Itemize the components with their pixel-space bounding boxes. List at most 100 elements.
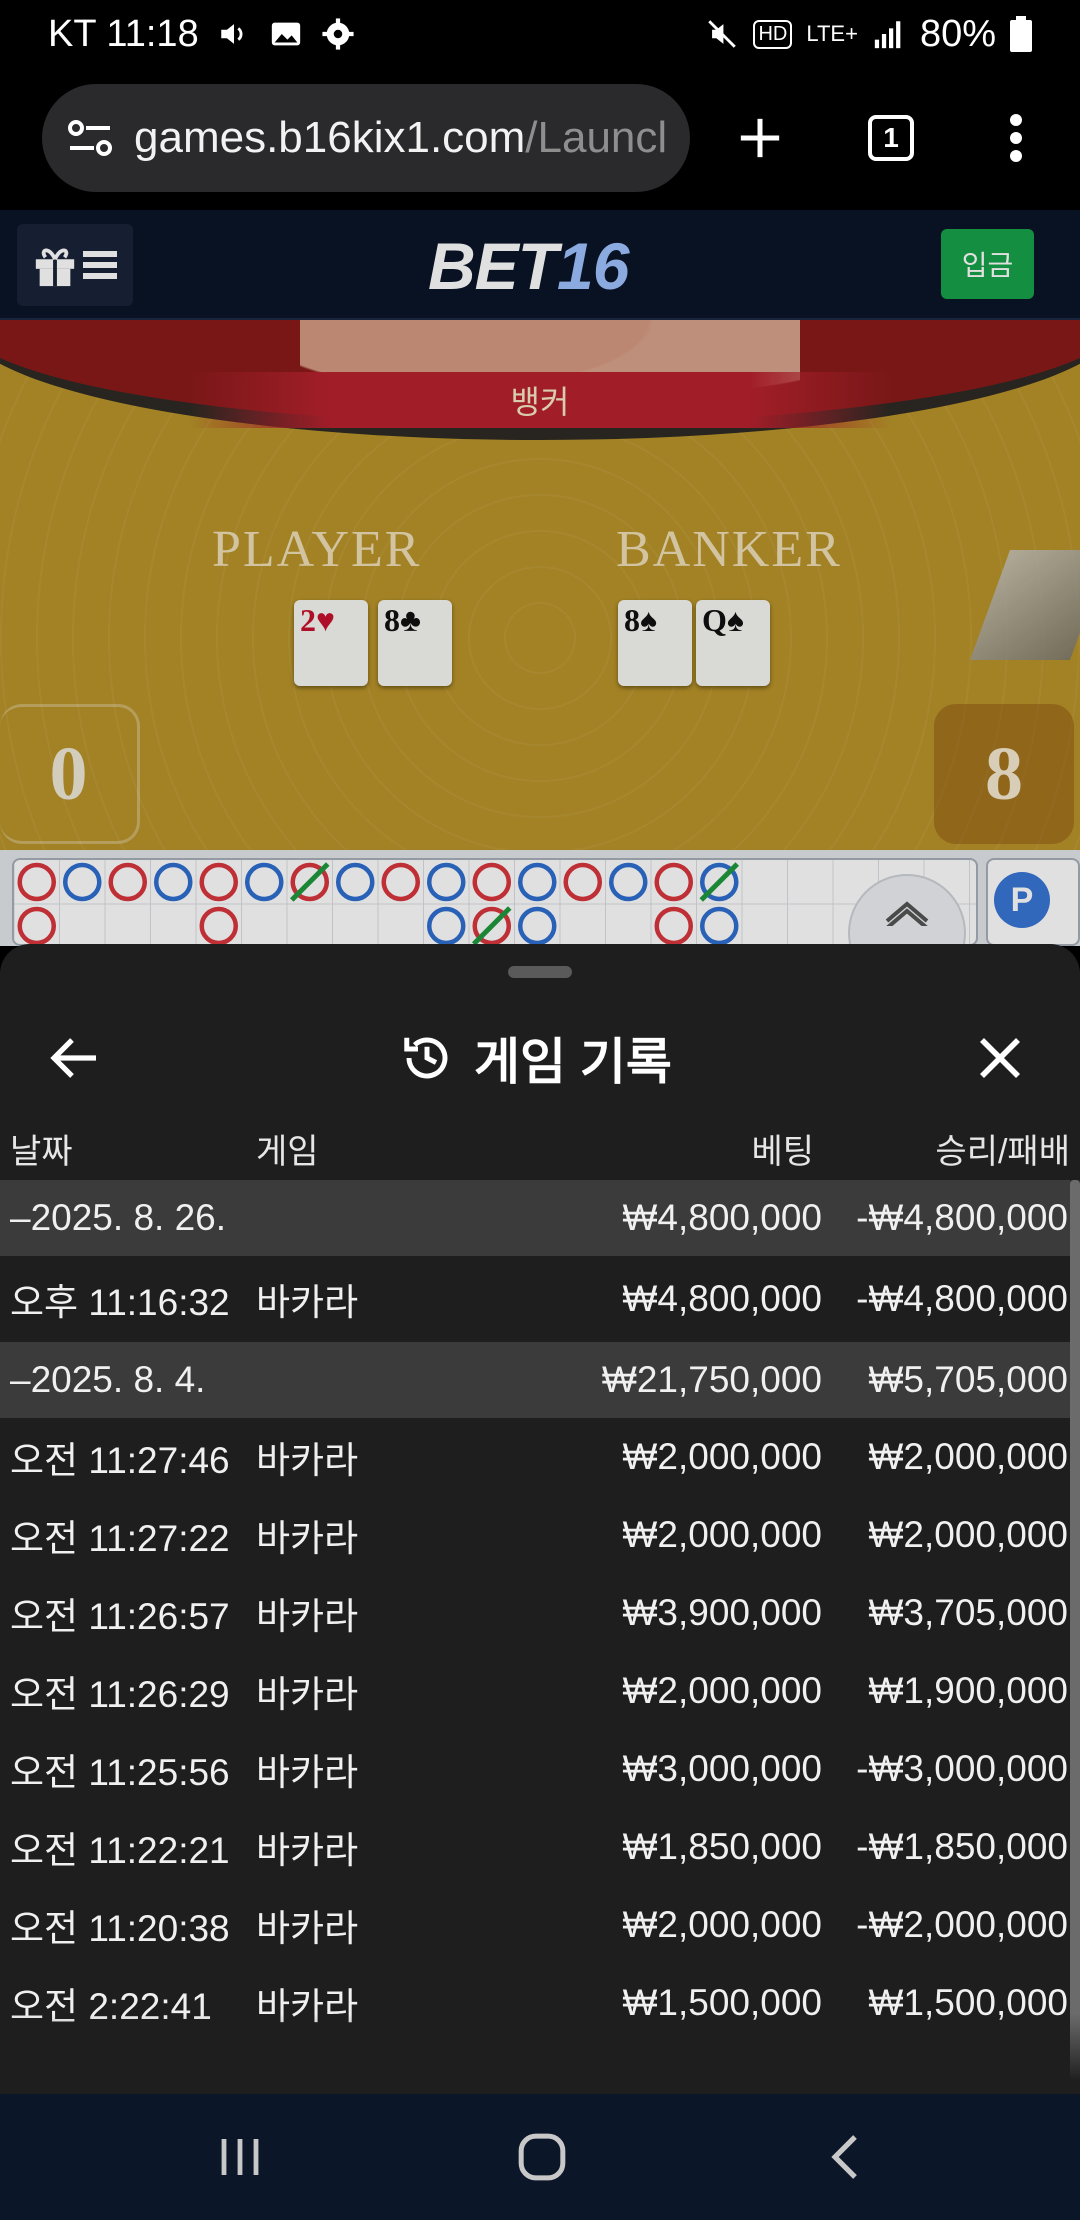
site-info-icon[interactable] — [68, 118, 112, 158]
mute-icon — [708, 20, 737, 48]
history-column-headers: 날짜 게임 베팅 승리/패배 — [0, 1114, 1080, 1180]
card-suit: ♠ — [726, 602, 744, 638]
date-group-row[interactable]: –2025. 8. 26. ₩4,800,000 -₩4,800,000 — [0, 1180, 1070, 1256]
gift-menu-button[interactable] — [17, 224, 133, 306]
history-row[interactable]: 오전 11:27:46 바카라 ₩2,000,000 ₩2,000,000 — [0, 1418, 1070, 1496]
row-winloss: ₩2,000,000 — [868, 1514, 1068, 1555]
column-header-date[interactable]: 날짜 — [10, 1124, 73, 1173]
logo-text-16: 16 — [557, 229, 629, 303]
back-button[interactable] — [42, 1028, 106, 1088]
url-host: games.b16kix1.com — [134, 113, 526, 162]
history-row[interactable]: 오전 11:26:29 바카라 ₩2,000,000 ₩1,900,000 — [0, 1652, 1070, 1730]
close-button[interactable] — [968, 1026, 1032, 1090]
baccarat-table-view: 뱅커 PLAYER BANKER 2♥ 8♣ 8♠ Q♠ 0 8 — [0, 320, 1080, 850]
player-label: PLAYER — [212, 521, 422, 578]
card-rank: 2 — [300, 602, 316, 638]
card-suit: ♥ — [316, 602, 335, 638]
column-header-bet[interactable]: 베팅 — [751, 1124, 814, 1173]
row-date: 오전 11:26:57 — [10, 1596, 230, 1637]
road-bead — [518, 862, 557, 902]
system-navigation-bar — [0, 2094, 1080, 2220]
row-winloss: -₩4,800,000 — [856, 1197, 1068, 1238]
row-bet: ₩3,900,000 — [622, 1592, 822, 1633]
column-header-game[interactable]: 게임 — [256, 1124, 319, 1173]
row-winloss: ₩2,000,000 — [868, 1436, 1068, 1477]
row-game: 바카라 — [256, 1908, 359, 1949]
row-date: 오전 11:26:29 — [10, 1674, 230, 1715]
sheet-title-group: 게임 기록 — [400, 1028, 672, 1090]
road-bead — [654, 862, 693, 902]
back-arrow-icon — [50, 1038, 96, 1078]
address-bar[interactable]: games.b16kix1.com/Launcl — [42, 84, 690, 192]
tabs-button[interactable]: 1 — [851, 98, 931, 178]
battery-icon — [1010, 16, 1032, 52]
road-bead — [154, 862, 193, 902]
close-icon — [980, 1038, 1020, 1078]
row-bet: ₩4,800,000 — [622, 1197, 822, 1238]
road-bead — [17, 862, 56, 902]
column-header-winloss[interactable]: 승리/패배 — [935, 1124, 1070, 1173]
row-date: 오전 11:27:46 — [10, 1440, 230, 1481]
history-row[interactable]: 오전 11:22:21 바카라 ₩1,850,000 -₩1,850,000 — [0, 1808, 1070, 1886]
chevron-up-icon — [885, 901, 929, 926]
signal-icon — [874, 21, 901, 49]
volume-icon — [220, 24, 243, 44]
player-prediction-badge[interactable]: P — [994, 872, 1050, 928]
sheet-drag-handle[interactable] — [508, 966, 572, 978]
history-icon — [404, 1037, 448, 1079]
row-date: 오전 11:22:21 — [10, 1830, 230, 1871]
row-winloss: -₩3,000,000 — [856, 1748, 1068, 1789]
road-bead — [427, 862, 466, 902]
back-nav-button[interactable] — [800, 2122, 890, 2192]
row-bet: ₩2,000,000 — [622, 1436, 822, 1477]
row-game: 바카라 — [256, 1282, 359, 1323]
row-bet: ₩21,750,000 — [601, 1359, 822, 1400]
banker-card-2: Q♠ — [696, 600, 770, 686]
recents-button[interactable] — [195, 2122, 285, 2192]
url-path: /Launcl — [525, 113, 668, 162]
bead-road[interactable] — [12, 858, 978, 946]
history-row[interactable]: 오후 11:16:32 바카라 ₩4,800,000 -₩4,800,000 — [0, 1256, 1070, 1342]
side-road[interactable]: P — [986, 858, 1080, 946]
browser-toolbar: games.b16kix1.com/Launcl 1 — [0, 68, 1080, 210]
road-bead — [199, 862, 238, 902]
player-card-2: 8♣ — [378, 600, 452, 686]
row-winloss: -₩2,000,000 — [856, 1904, 1068, 1945]
road-bead — [17, 906, 56, 944]
history-scrollbar[interactable] — [1070, 1180, 1080, 2080]
list-fade — [0, 2014, 1080, 2094]
row-game: 바카라 — [256, 1830, 359, 1871]
url-text: games.b16kix1.com/Launcl — [134, 113, 667, 163]
road-bead — [518, 906, 557, 944]
result-banner: 뱅커 — [190, 372, 890, 428]
history-row[interactable]: 오전 11:26:57 바카라 ₩3,900,000 ₩3,705,000 — [0, 1574, 1070, 1652]
row-date: –2025. 8. 4. — [10, 1359, 206, 1400]
more-icon — [1010, 114, 1022, 162]
row-game: 바카라 — [256, 1596, 359, 1637]
more-menu-button[interactable] — [976, 98, 1056, 178]
road-bead — [336, 862, 375, 902]
history-row[interactable]: 오전 11:27:22 바카라 ₩2,000,000 ₩2,000,000 — [0, 1496, 1070, 1574]
road-bead — [563, 862, 602, 902]
new-tab-button[interactable] — [720, 98, 800, 178]
player-card-1: 2♥ — [294, 600, 368, 686]
date-group-row[interactable]: –2025. 8. 4. ₩21,750,000 ₩5,705,000 — [0, 1342, 1070, 1418]
row-date: 오전 11:27:22 — [10, 1518, 230, 1559]
row-bet: ₩2,000,000 — [622, 1904, 822, 1945]
network-type: LTE+ — [806, 21, 858, 46]
history-row[interactable]: 오전 11:25:56 바카라 ₩3,000,000 -₩3,000,000 — [0, 1730, 1070, 1808]
road-bead — [654, 906, 693, 944]
road-bead — [245, 862, 284, 902]
road-bead — [427, 906, 466, 944]
row-bet: ₩4,800,000 — [622, 1278, 822, 1319]
road-bead — [381, 862, 420, 902]
card-rank: 8 — [624, 602, 640, 638]
row-bet: ₩2,000,000 — [622, 1514, 822, 1555]
menu-icon — [83, 251, 117, 279]
home-button[interactable] — [497, 2122, 587, 2192]
scrollbar-thumb[interactable] — [1070, 1180, 1080, 2080]
deposit-button[interactable]: 입금 — [941, 229, 1034, 299]
history-row[interactable]: 오전 11:20:38 바카라 ₩2,000,000 -₩2,000,000 — [0, 1886, 1070, 1964]
banker-label: BANKER — [616, 521, 842, 578]
site-logo[interactable]: BET16 — [428, 228, 629, 304]
